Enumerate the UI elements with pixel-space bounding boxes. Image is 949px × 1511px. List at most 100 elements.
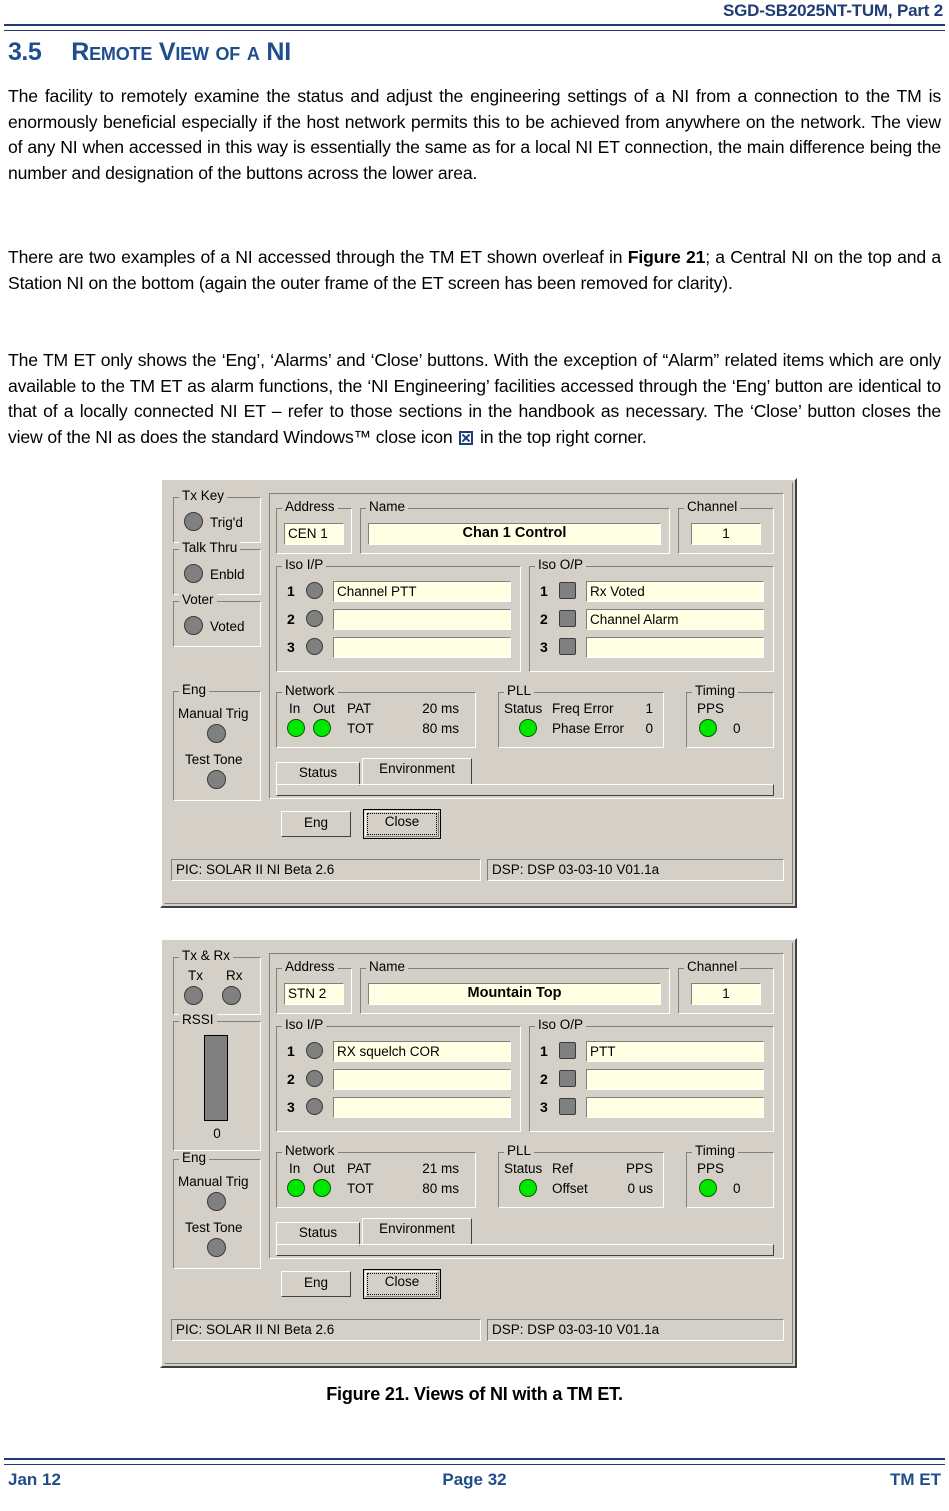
timing-group: Timing PPS 0 <box>686 684 774 748</box>
eng-group: Eng Manual Trig Test Tone <box>173 1151 261 1269</box>
manual-trig-label: Manual Trig <box>178 1174 249 1189</box>
page-footer: Jan 12 Page 32 TM ET <box>0 1470 949 1500</box>
name-field[interactable]: Mountain Top <box>368 983 661 1005</box>
iso-ip-field-3[interactable] <box>333 1097 511 1118</box>
rssi-meter-bar <box>204 1035 228 1121</box>
iso-ip-led-1 <box>306 1042 323 1059</box>
name-field[interactable]: Chan 1 Control <box>368 523 661 545</box>
central-ni-dialog-inner: Tx Key Trig'd Talk Thru Enbld Voter Vote… <box>164 482 793 904</box>
iso-op-led-1 <box>559 1042 576 1059</box>
tab-environment[interactable]: Environment <box>362 758 472 784</box>
name-group: Name Mountain Top <box>360 960 670 1014</box>
talk-thru-led <box>184 564 203 583</box>
iso-ip-field-2[interactable] <box>333 1069 511 1090</box>
address-field[interactable]: STN 2 <box>284 983 344 1005</box>
tx-key-led <box>184 512 203 531</box>
eng-button[interactable]: Eng <box>281 1271 351 1297</box>
iso-ip-group-label: Iso I/P <box>282 558 327 572</box>
iso-op-field-3[interactable] <box>586 637 764 658</box>
manual-trig-led[interactable] <box>207 1192 226 1211</box>
pll-group-label: PLL <box>504 684 535 698</box>
network-pat-value: 21 ms <box>422 1161 459 1176</box>
name-group: Name Chan 1 Control <box>360 500 670 554</box>
iso-ip-field-1[interactable]: RX squelch COR <box>333 1041 511 1062</box>
close-button[interactable]: Close <box>363 809 441 839</box>
iso-ip-field-2[interactable] <box>333 609 511 630</box>
address-field[interactable]: CEN 1 <box>284 523 344 545</box>
close-button[interactable]: Close <box>363 1269 441 1299</box>
network-pat-value: 20 ms <box>422 701 459 716</box>
tx-rx-group-label: Tx & Rx <box>179 949 234 963</box>
network-out-label: Out <box>313 701 335 716</box>
network-group-label: Network <box>282 1144 338 1158</box>
paragraph-1: The facility to remotely examine the sta… <box>8 86 941 183</box>
figure-caption: Figure 21. Views of NI with a TM ET. <box>326 1384 623 1404</box>
network-tot-value: 80 ms <box>422 721 459 736</box>
manual-trig-label: Manual Trig <box>178 706 249 721</box>
iso-op-led-2 <box>559 610 576 627</box>
timing-group-label: Timing <box>692 1144 739 1158</box>
network-out-led <box>313 1179 331 1197</box>
iso-ip-led-2 <box>306 610 323 627</box>
voter-group-label: Voter <box>179 593 217 607</box>
iso-ip-led-2 <box>306 1070 323 1087</box>
iso-ip-field-1[interactable]: Channel PTT <box>333 581 511 602</box>
paragraph-2: There are two examples of a NI accessed … <box>8 245 941 296</box>
address-group-label: Address <box>282 960 338 974</box>
tab-environment[interactable]: Environment <box>362 1218 472 1244</box>
address-group: Address CEN 1 <box>276 500 352 554</box>
channel-field[interactable]: 1 <box>691 523 761 545</box>
channel-group-label: Channel <box>684 960 741 974</box>
section-number: 3.5 <box>8 38 42 66</box>
iso-ip-led-3 <box>306 1098 323 1115</box>
address-group: Address STN 2 <box>276 960 352 1014</box>
tab-content-area <box>276 784 774 796</box>
name-group-label: Name <box>366 500 409 514</box>
station-ni-dialog-inner: Tx & Rx Tx Rx RSSI 0 Eng Manual Trig Tes… <box>164 942 793 1364</box>
test-tone-label: Test Tone <box>185 752 243 767</box>
name-group-label: Name <box>366 960 409 974</box>
close-button-label: Close <box>367 813 437 835</box>
iso-op-field-1[interactable]: Rx Voted <box>586 581 764 602</box>
network-out-label: Out <box>313 1161 335 1176</box>
rssi-value: 0 <box>213 1126 221 1141</box>
pll-status-label: Status <box>504 1161 543 1176</box>
iso-op-group-label: Iso O/P <box>535 1018 587 1032</box>
iso-ip-field-3[interactable] <box>333 637 511 658</box>
footer-doc-title: TM ET <box>890 1470 941 1489</box>
rx-led <box>222 986 241 1005</box>
tab-status[interactable]: Status <box>276 762 360 786</box>
iso-op-field-2[interactable]: Channel Alarm <box>586 609 764 630</box>
timing-pps-label: PPS <box>697 701 725 716</box>
iso-ip-led-1 <box>306 582 323 599</box>
iso-op-field-2[interactable] <box>586 1069 764 1090</box>
iso-op-row-number: 3 <box>540 639 548 655</box>
voter-led <box>184 616 203 635</box>
iso-op-field-3[interactable] <box>586 1097 764 1118</box>
pll-group: PLL Status Freq Error 1 Phase Error 0 <box>498 684 664 748</box>
network-in-label: In <box>289 1161 301 1176</box>
test-tone-label: Test Tone <box>185 1220 243 1235</box>
pll-row2-value: 0 us <box>627 1181 653 1196</box>
test-tone-led[interactable] <box>207 770 226 789</box>
channel-field[interactable]: 1 <box>691 983 761 1005</box>
timing-pps-value: 0 <box>733 1181 741 1196</box>
tab-content-area <box>276 1244 774 1256</box>
central-ni-dialog: Tx Key Trig'd Talk Thru Enbld Voter Vote… <box>160 478 797 908</box>
eng-button[interactable]: Eng <box>281 811 351 837</box>
network-pat-label: PAT <box>347 701 372 716</box>
iso-op-row-number: 1 <box>540 583 548 599</box>
iso-op-row-number: 2 <box>540 1071 548 1087</box>
manual-trig-led[interactable] <box>207 724 226 743</box>
voter-led-label: Voted <box>210 619 245 634</box>
iso-ip-row-number: 1 <box>287 583 295 599</box>
iso-ip-row-number: 2 <box>287 611 295 627</box>
tab-status[interactable]: Status <box>276 1222 360 1246</box>
status-bar-pic: PIC: SOLAR II NI Beta 2.6 <box>171 859 481 881</box>
iso-op-field-1[interactable]: PTT <box>586 1041 764 1062</box>
rx-label: Rx <box>226 968 243 983</box>
iso-ip-led-3 <box>306 638 323 655</box>
pll-status-label: Status <box>504 701 543 716</box>
paragraph-2-text-a: There are two examples of a NI accessed … <box>8 247 628 267</box>
test-tone-led[interactable] <box>207 1238 226 1257</box>
